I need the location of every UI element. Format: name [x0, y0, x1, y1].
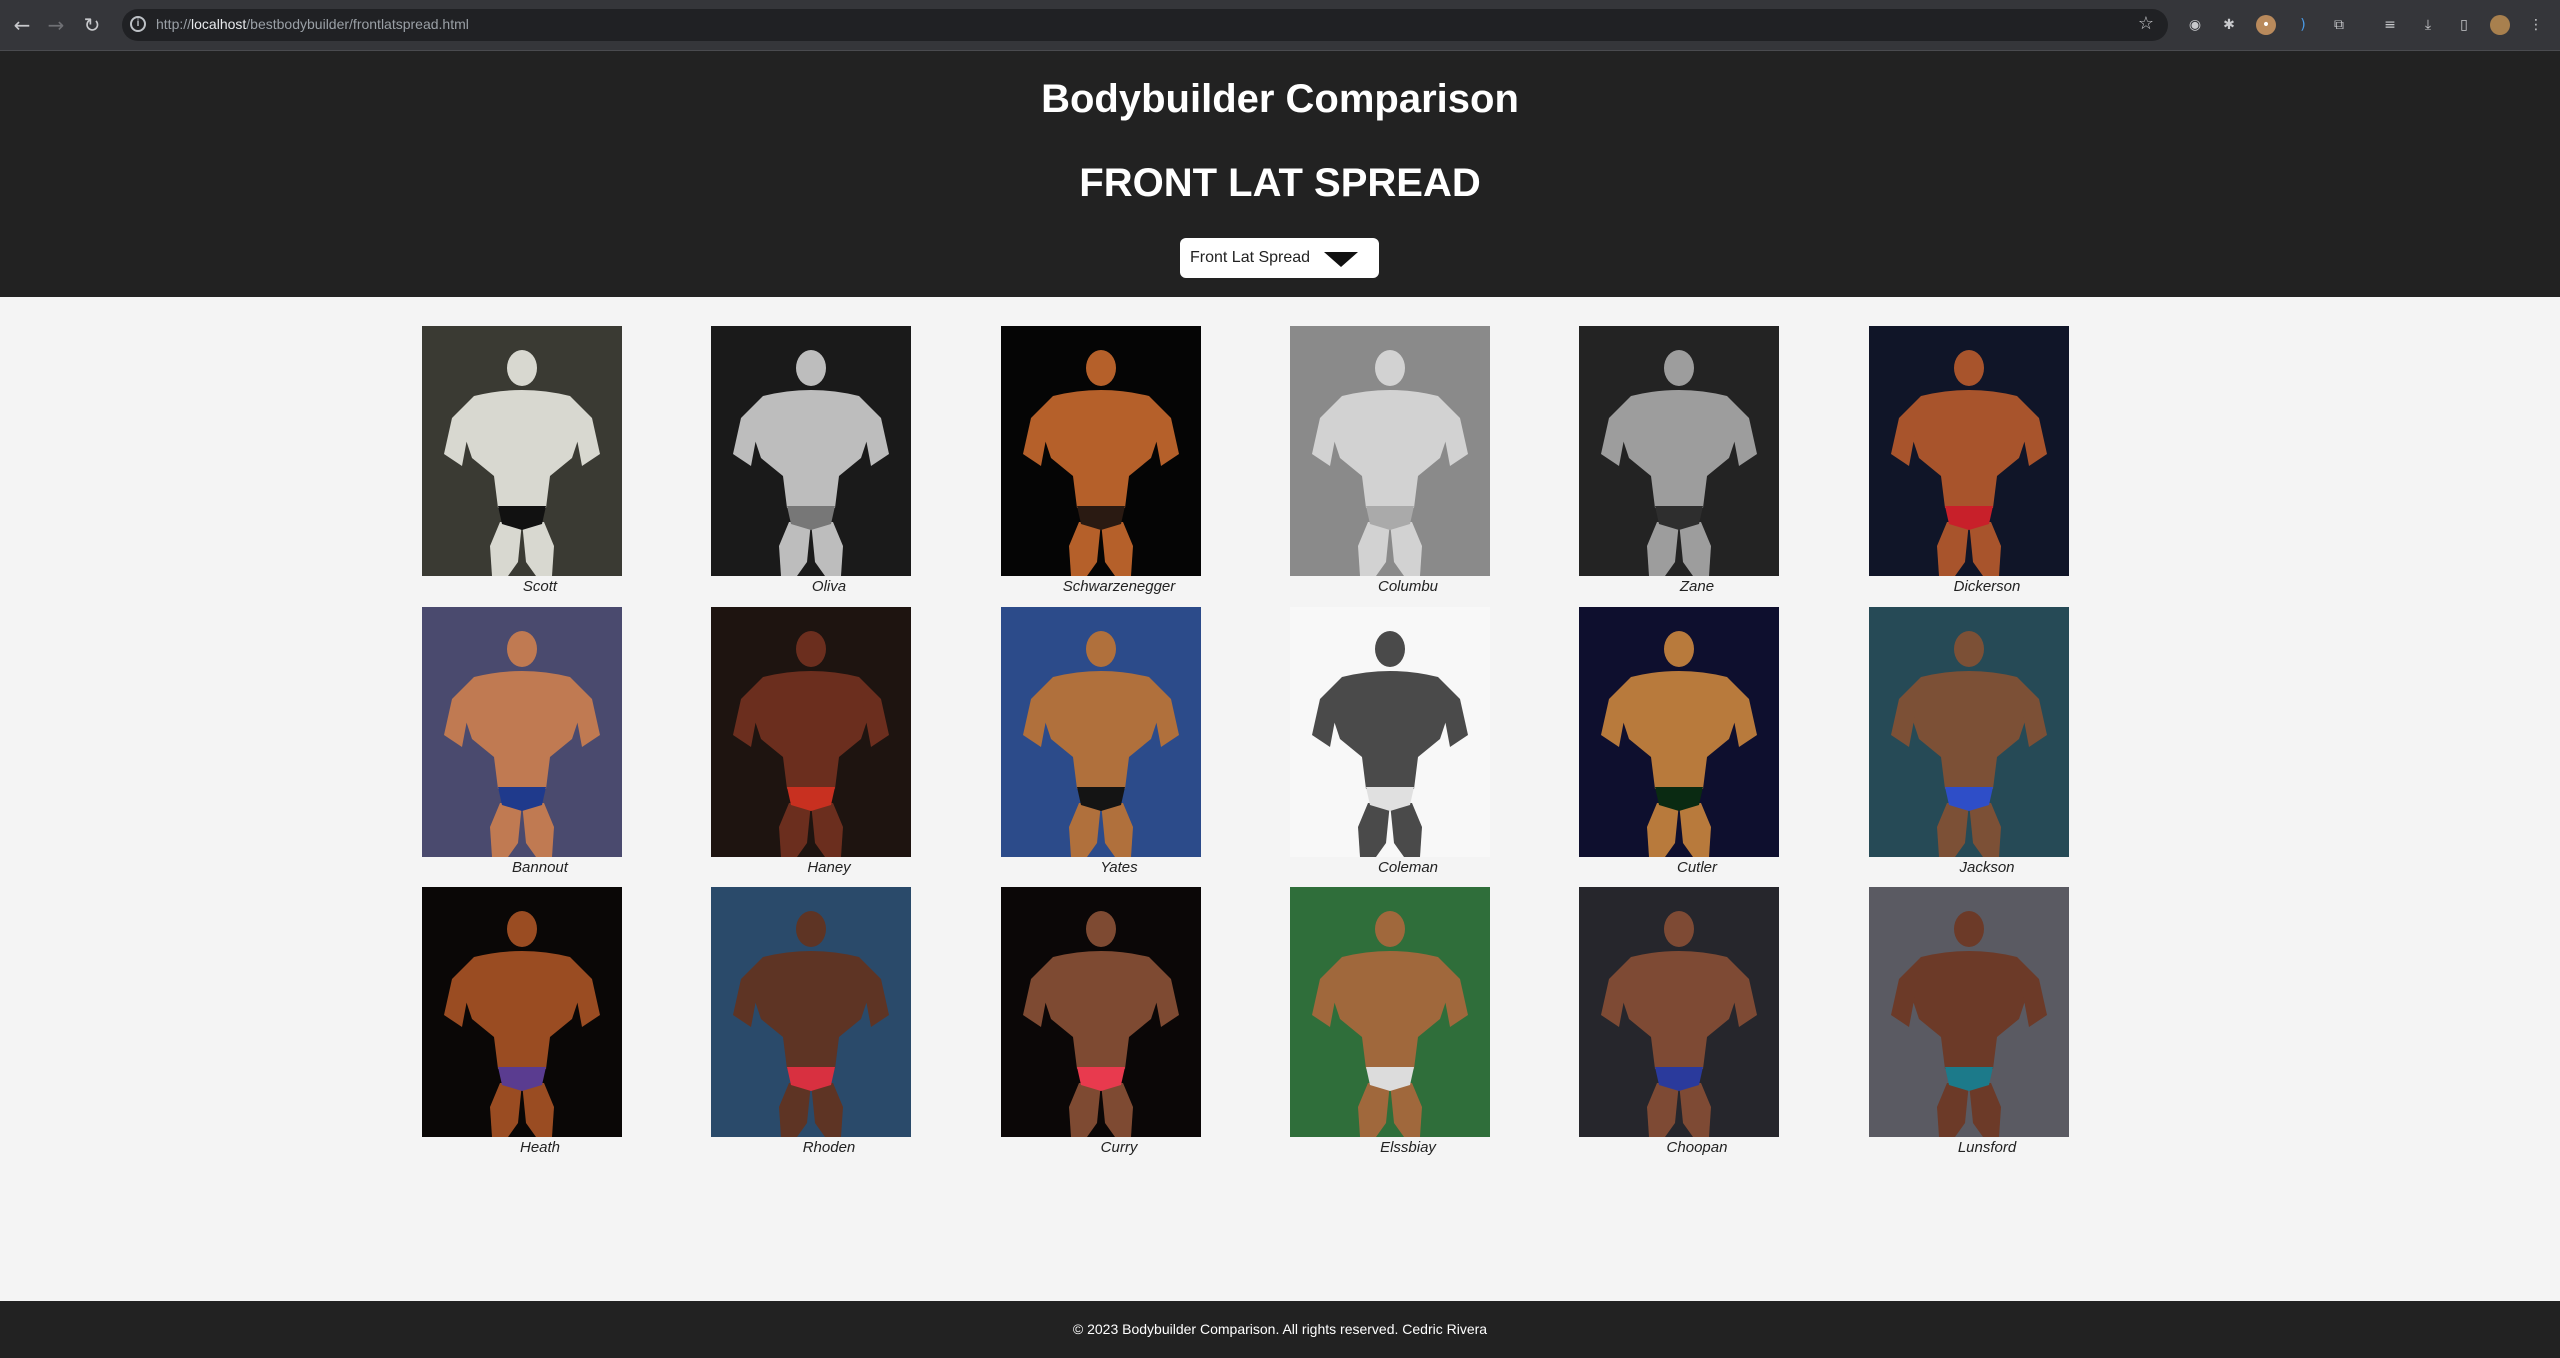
site-header: Bodybuilder Comparison FRONT LAT SPREAD … — [0, 51, 2560, 297]
bodybuilder-photo — [422, 887, 622, 1137]
sidepanel-icon[interactable]: ▯ — [2454, 15, 2474, 35]
bodybuilder-name: Dickerson — [1953, 578, 2021, 595]
media-icon[interactable]: ≡ — [2380, 15, 2400, 35]
site-footer: © 2023 Bodybuilder Comparison. All right… — [0, 1301, 2560, 1358]
bodybuilder-name: Yates — [1100, 859, 1138, 876]
bodybuilder-photo — [1869, 887, 2069, 1137]
bookmark-star-icon[interactable]: ☆ — [2138, 13, 2154, 34]
puzzle-icon[interactable]: ⧉ — [2329, 15, 2349, 35]
url-text[interactable]: http://localhost/bestbodybuilder/frontla… — [156, 16, 469, 32]
pose-select-dropdown[interactable]: Front Lat Spread — [1180, 238, 1379, 278]
bodybuilder-photo — [422, 326, 622, 576]
bodybuilder-name: Lunsford — [1957, 1139, 2017, 1156]
bodybuilder-photo — [711, 607, 911, 857]
site-info-icon[interactable]: i — [130, 16, 146, 32]
bodybuilder-card: Oliva — [711, 326, 911, 596]
bodybuilder-card: Elssbiay — [1290, 887, 1490, 1157]
bodybuilder-card: Lunsford — [1869, 887, 2069, 1157]
pose-select-value: Front Lat Spread — [1190, 249, 1311, 266]
extension-icon[interactable]: ◉ — [2185, 15, 2205, 35]
bodybuilder-name: Haney — [807, 859, 851, 876]
bodybuilder-photo — [1001, 326, 1201, 576]
bodybuilder-card: Yates — [1001, 607, 1201, 877]
bodybuilder-name: Rhoden — [802, 1139, 856, 1156]
bodybuilder-card: Columbu — [1290, 326, 1490, 596]
bodybuilder-name: Curry — [1100, 1139, 1138, 1156]
bodybuilder-name: Heath — [519, 1139, 561, 1156]
bodybuilder-card: Jackson — [1869, 607, 2069, 877]
bodybuilder-card: Heath — [422, 887, 622, 1157]
bodybuilder-photo — [422, 607, 622, 857]
bodybuilder-name: Cutler — [1676, 859, 1717, 876]
bodybuilder-photo — [1579, 607, 1779, 857]
profile-avatar[interactable] — [2490, 15, 2510, 35]
menu-kebab-icon[interactable]: ⋮ — [2526, 15, 2546, 35]
bodybuilder-card: Zane — [1579, 326, 1779, 596]
extension-icon[interactable]: • — [2256, 15, 2276, 35]
bodybuilder-card: Dickerson — [1869, 326, 2069, 596]
bodybuilder-name: Jackson — [1959, 859, 2015, 876]
bodybuilder-name: Choopan — [1666, 1139, 1728, 1156]
site-title: Bodybuilder Comparison — [1041, 77, 1519, 121]
bodybuilder-photo — [1001, 887, 1201, 1137]
bodybuilder-photo — [1001, 607, 1201, 857]
bodybuilder-name: Bannout — [512, 859, 568, 876]
bodybuilder-card: Rhoden — [711, 887, 911, 1157]
bodybuilder-photo — [1579, 887, 1779, 1137]
reload-icon[interactable]: ↻ — [80, 13, 104, 37]
forward-arrow-icon[interactable]: → — [44, 13, 68, 37]
extension-icon[interactable]: ) — [2293, 15, 2313, 35]
bodybuilder-name: Coleman — [1377, 859, 1439, 876]
bodybuilder-photo — [1869, 607, 2069, 857]
back-arrow-icon[interactable]: ← — [10, 13, 34, 37]
footer-copyright: © 2023 Bodybuilder Comparison. All right… — [1072, 1321, 1488, 1337]
bodybuilder-card: Cutler — [1579, 607, 1779, 877]
address-bar[interactable]: i http://localhost/bestbodybuilder/front… — [122, 9, 2168, 41]
pose-title: FRONT LAT SPREAD — [1079, 161, 1481, 205]
bodybuilder-photo — [711, 887, 911, 1137]
bodybuilder-card: Curry — [1001, 887, 1201, 1157]
bodybuilder-card: Scott — [422, 326, 622, 596]
bodybuilder-photo — [1579, 326, 1779, 576]
bodybuilder-name: Scott — [522, 578, 558, 595]
bodybuilder-photo — [1290, 607, 1490, 857]
bodybuilder-name: Elssbiay — [1380, 1139, 1436, 1156]
browser-toolbar: ← → ↻ i http://localhost/bestbodybuilder… — [0, 0, 2560, 51]
download-icon[interactable]: ⤓ — [2418, 15, 2438, 35]
chevron-down-icon — [1324, 252, 1358, 267]
extension-icon[interactable]: ✱ — [2219, 15, 2239, 35]
bodybuilder-card: Schwarzenegger — [1001, 326, 1201, 596]
bodybuilder-photo — [1290, 326, 1490, 576]
bodybuilder-name: Oliva — [811, 578, 847, 595]
bodybuilder-card: Bannout — [422, 607, 622, 877]
bodybuilder-card: Coleman — [1290, 607, 1490, 877]
bodybuilder-name: Schwarzenegger — [1062, 578, 1176, 595]
bodybuilder-card: Haney — [711, 607, 911, 877]
bodybuilder-card: Choopan — [1579, 887, 1779, 1157]
bodybuilder-name: Zane — [1679, 578, 1715, 595]
bodybuilder-name: Columbu — [1377, 578, 1439, 595]
bodybuilder-photo — [1290, 887, 1490, 1137]
bodybuilder-photo — [1869, 326, 2069, 576]
bodybuilder-photo — [711, 326, 911, 576]
bodybuilder-gallery: Scott Oliva Schwarzenegger Columbu Zane Dicke… — [422, 326, 2072, 1156]
